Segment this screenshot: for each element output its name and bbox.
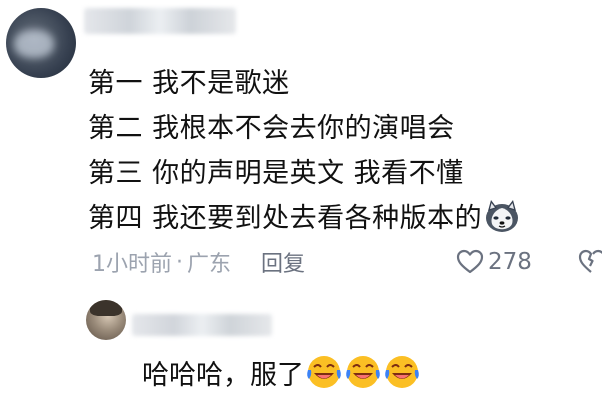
comment-text: 第一 我不是歌迷 第二 我根本不会去你的演唱会 第三 你的声明是英文 我看不懂 … — [88, 58, 520, 238]
username-blurred[interactable] — [84, 8, 236, 34]
laughing-tears-icon — [383, 353, 421, 391]
reply-username-blurred[interactable] — [132, 314, 272, 336]
reply-text: 哈哈哈，服了 — [142, 352, 421, 392]
comment-line: 第四 我还要到处去看各种版本的 — [88, 193, 520, 238]
laughing-tears-icon — [344, 353, 382, 391]
avatar-image — [90, 300, 122, 316]
comment-thread: 第一 我不是歌迷 第二 我根本不会去你的演唱会 第三 你的声明是英文 我看不懂 … — [0, 0, 602, 402]
avatar[interactable] — [6, 8, 76, 78]
dislike-button[interactable] — [578, 248, 602, 276]
location: 广东 — [187, 252, 232, 277]
comment-line: 第三 你的声明是英文 我看不懂 — [88, 158, 464, 189]
comment-line: 第二 我根本不会去你的演唱会 — [88, 113, 455, 144]
comment-line: 第一 我不是歌迷 — [88, 68, 290, 99]
like-count: 278 — [488, 249, 532, 275]
like-button[interactable]: 278 — [456, 246, 532, 278]
reply-avatar[interactable] — [86, 300, 126, 340]
comment-meta: 1小时前 · 广东 回复 — [92, 246, 305, 278]
broken-heart-icon — [578, 249, 602, 273]
avatar-image — [14, 30, 54, 58]
reply-text-content: 哈哈哈，服了 — [142, 359, 304, 391]
timestamp: 1小时前 — [92, 252, 172, 277]
heart-icon — [456, 249, 484, 274]
comment-line-text: 第四 我还要到处去看各种版本的 — [88, 203, 483, 234]
meta-separator: · — [176, 249, 183, 275]
reply-button[interactable]: 回复 — [261, 246, 305, 278]
laughing-tears-icon — [305, 353, 343, 391]
husky-dog-icon — [484, 199, 520, 233]
